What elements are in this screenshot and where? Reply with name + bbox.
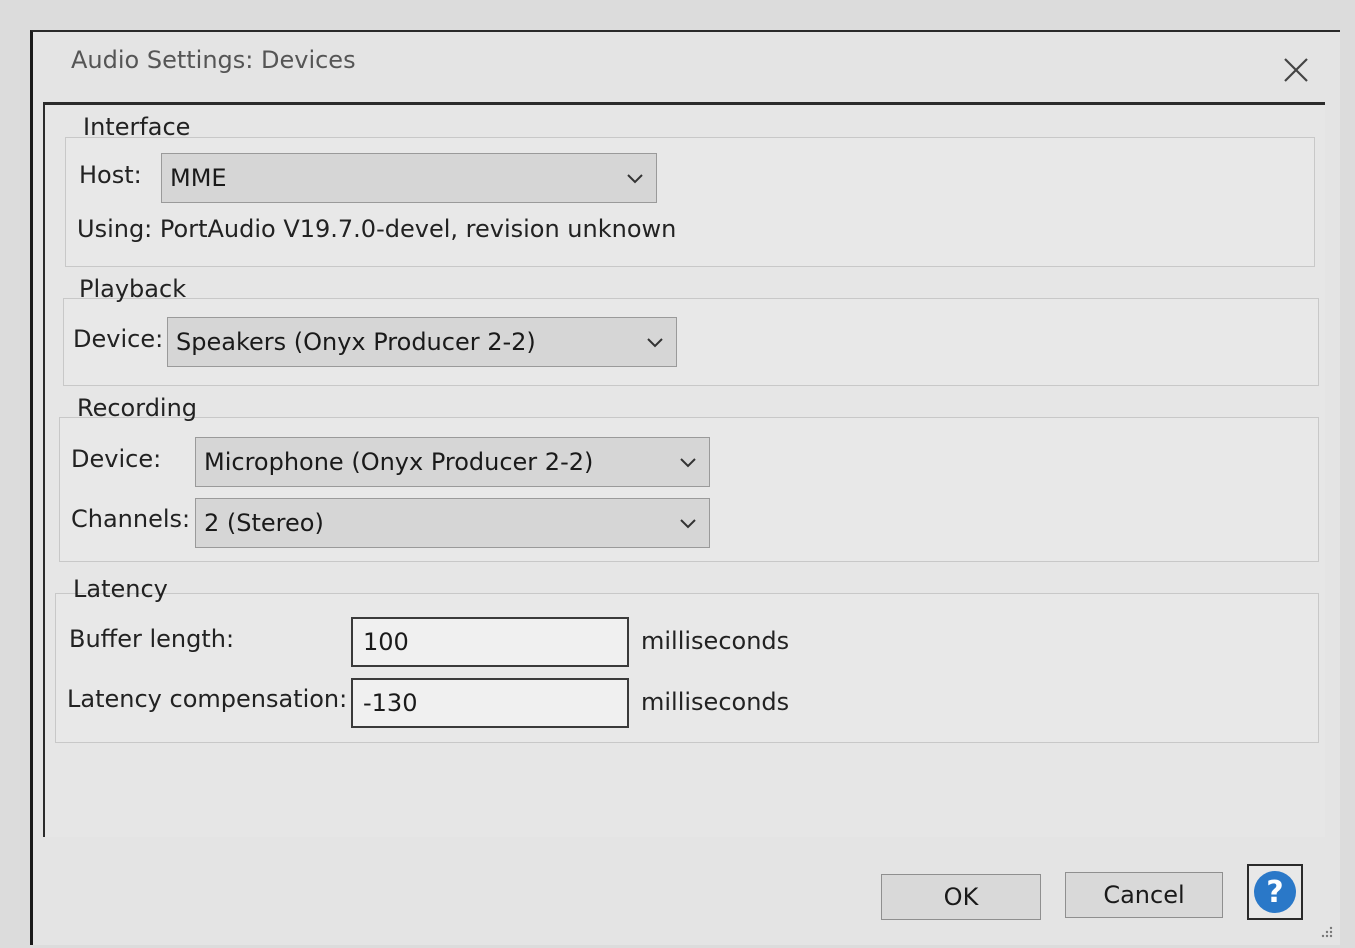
buffer-length-unit: milliseconds <box>641 627 790 655</box>
recording-group-label: Recording <box>77 394 198 422</box>
buffer-length-input[interactable]: 100 <box>351 617 629 667</box>
close-button[interactable] <box>1276 50 1316 90</box>
chevron-down-icon <box>680 519 696 529</box>
audio-settings-dialog: Audio Settings: Devices Interface Host: … <box>30 30 1340 945</box>
channels-label: Channels: <box>71 505 191 533</box>
chevron-down-icon <box>647 338 663 348</box>
playback-device-label: Device: <box>73 325 164 353</box>
latency-compensation-unit: milliseconds <box>641 688 790 716</box>
recording-device-label: Device: <box>71 445 162 473</box>
host-select-value: MME <box>170 164 227 192</box>
chevron-down-icon <box>680 458 696 468</box>
help-icon: ? <box>1254 871 1296 913</box>
host-select[interactable]: MME <box>161 153 657 203</box>
latency-compensation-input[interactable]: -130 <box>351 678 629 728</box>
portaudio-version-text: Using: PortAudio V19.7.0-devel, revision… <box>77 215 677 243</box>
playback-device-select[interactable]: Speakers (Onyx Producer 2-2) <box>167 317 677 367</box>
recording-device-select[interactable]: Microphone (Onyx Producer 2-2) <box>195 437 710 487</box>
buffer-length-label: Buffer length: <box>69 625 235 653</box>
latency-group-label: Latency <box>73 575 168 603</box>
channels-value: 2 (Stereo) <box>204 509 324 537</box>
playback-device-value: Speakers (Onyx Producer 2-2) <box>176 328 536 356</box>
dialog-title: Audio Settings: Devices <box>71 46 356 74</box>
settings-panel: Interface Host: MME Using: PortAudio V19… <box>43 102 1325 837</box>
recording-device-value: Microphone (Onyx Producer 2-2) <box>204 448 594 476</box>
channels-select[interactable]: 2 (Stereo) <box>195 498 710 548</box>
cancel-button[interactable]: Cancel <box>1065 872 1223 918</box>
help-button[interactable]: ? <box>1247 864 1303 920</box>
resize-grip-icon[interactable] <box>1320 925 1334 939</box>
host-label: Host: <box>79 161 142 189</box>
interface-group-label: Interface <box>83 113 191 141</box>
chevron-down-icon <box>627 174 643 184</box>
close-icon <box>1284 58 1308 82</box>
latency-group <box>55 593 1319 743</box>
latency-compensation-label: Latency compensation: <box>67 685 348 713</box>
playback-group-label: Playback <box>79 275 187 303</box>
ok-button[interactable]: OK <box>881 874 1041 920</box>
